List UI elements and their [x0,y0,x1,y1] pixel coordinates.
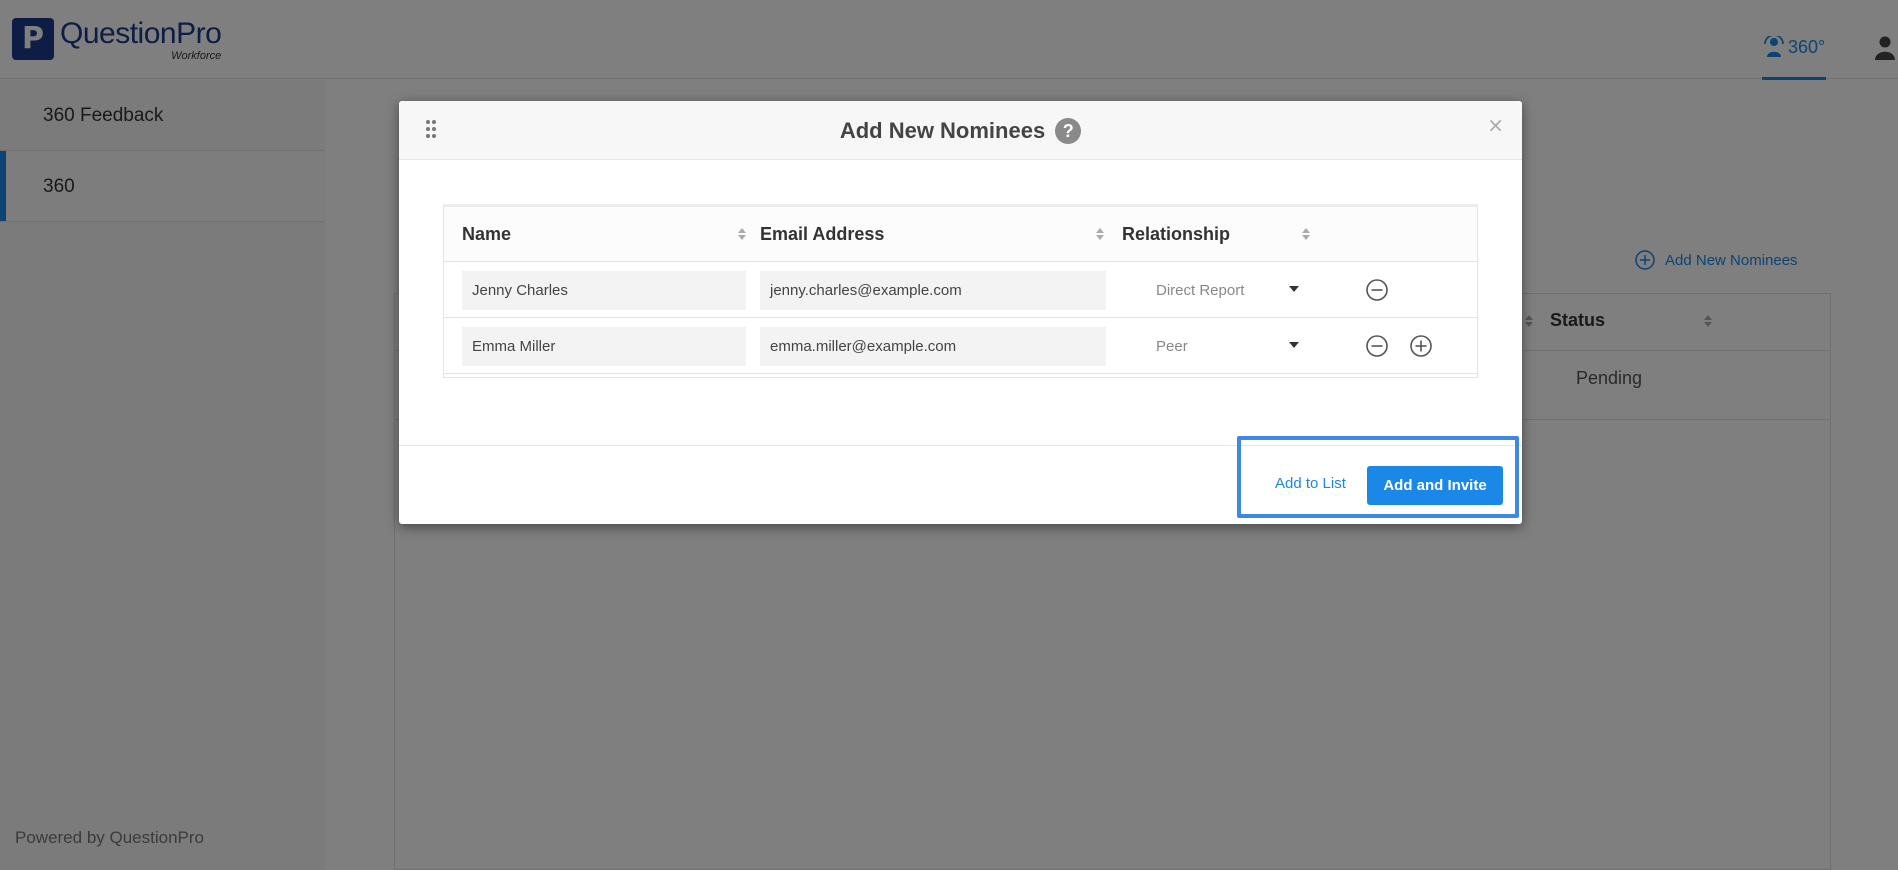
column-header-email: Email Address [760,224,885,244]
table-row: Jenny Charles jenny.charles@example.com … [444,262,1477,318]
sort-icon[interactable] [737,227,747,241]
modal-title-text: Add New Nominees [839,117,1046,143]
nominee-entry-table: Name Email Address Relationship Jenny Ch… [443,204,1478,378]
close-icon[interactable]: × [1487,113,1504,137]
sort-icon[interactable] [1095,227,1105,241]
add-to-list-button[interactable]: Add to List [1275,475,1346,492]
relationship-select[interactable]: Peer [1156,327,1326,366]
caret-down-icon[interactable] [1289,342,1299,348]
name-input[interactable]: Jenny Charles [462,271,746,310]
column-header-name: Name [462,224,512,244]
relationship-value: Direct Report [1156,282,1245,299]
modal-header: Add New Nominees ? × [399,101,1522,160]
column-header-relationship: Relationship [1122,224,1231,244]
caret-down-icon[interactable] [1289,286,1299,292]
modal-title: Add New Nominees ? [399,101,1522,160]
email-input[interactable]: emma.miller@example.com [760,327,1106,366]
relationship-select[interactable]: Direct Report [1156,271,1326,310]
email-input[interactable]: jenny.charles@example.com [760,271,1106,310]
table-row: Emma Miller emma.miller@example.com Peer [444,318,1477,374]
remove-row-icon[interactable] [1365,334,1389,358]
help-icon[interactable]: ? [1055,117,1082,144]
sort-icon[interactable] [1301,227,1311,241]
relationship-value: Peer [1156,338,1188,355]
name-input[interactable]: Emma Miller [462,327,746,366]
add-and-invite-button[interactable]: Add and Invite [1367,466,1503,505]
remove-row-icon[interactable] [1365,278,1389,302]
nominee-table-header: Name Email Address Relationship [444,207,1477,262]
add-row-icon[interactable] [1409,334,1433,358]
